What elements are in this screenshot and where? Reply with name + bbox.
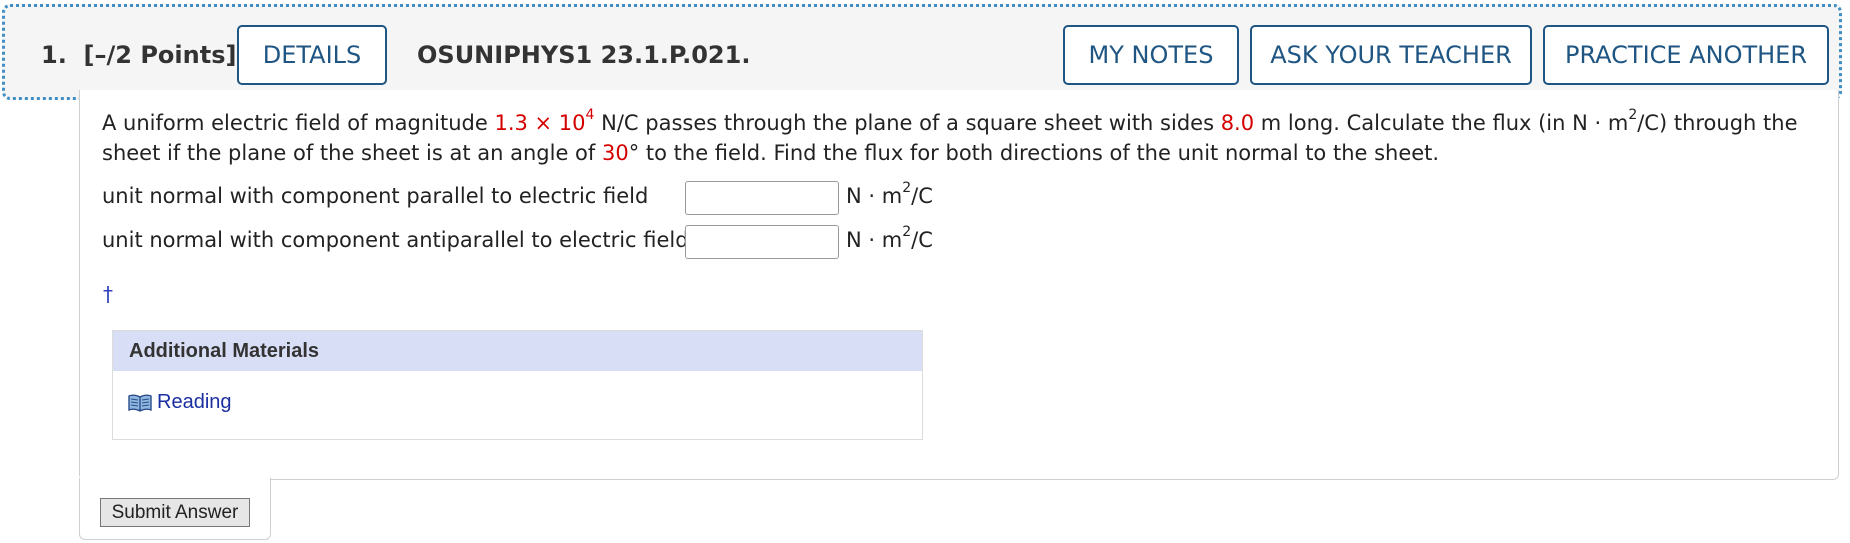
question-header: 1. [–/2 Points] DETAILS OSUNIPHYS1 23.1.… — [2, 4, 1842, 100]
side-length: 8.0 — [1220, 111, 1255, 135]
reading-link[interactable]: Reading — [127, 391, 232, 414]
question-code: OSUNIPHYS1 23.1.P.021. — [417, 41, 751, 69]
dagger-mark: † — [103, 282, 113, 306]
details-button[interactable]: DETAILS — [237, 25, 387, 85]
antiparallel-unit: N · m2/C — [846, 224, 933, 252]
points-label: [–/2 Points] — [83, 41, 237, 69]
practice-another-button[interactable]: PRACTICE ANOTHER — [1543, 25, 1829, 85]
antiparallel-flux-input[interactable] — [685, 225, 839, 259]
ask-your-teacher-button[interactable]: ASK YOUR TEACHER — [1250, 25, 1532, 85]
parallel-unit: N · m2/C — [846, 180, 933, 208]
submit-tab-joint — [80, 470, 270, 482]
parallel-label: unit normal with component parallel to e… — [102, 184, 649, 208]
book-icon — [128, 394, 152, 412]
additional-materials-heading: Additional Materials — [113, 331, 922, 371]
parallel-flux-input[interactable] — [685, 181, 839, 215]
submit-answer-button[interactable]: Submit Answer — [100, 498, 250, 527]
field-magnitude: 1.3 × 104 — [494, 107, 595, 135]
question-text: A uniform electric field of magnitude 1.… — [102, 107, 1798, 165]
question-number: 1. — [41, 41, 67, 69]
reading-label[interactable]: Reading — [157, 391, 232, 414]
my-notes-button[interactable]: MY NOTES — [1063, 25, 1239, 85]
antiparallel-label: unit normal with component antiparallel … — [102, 228, 689, 252]
additional-materials: Additional Materials Reading — [112, 330, 923, 440]
angle-value: 30 — [601, 141, 629, 165]
question-points: 1. [–/2 Points] — [41, 41, 236, 69]
